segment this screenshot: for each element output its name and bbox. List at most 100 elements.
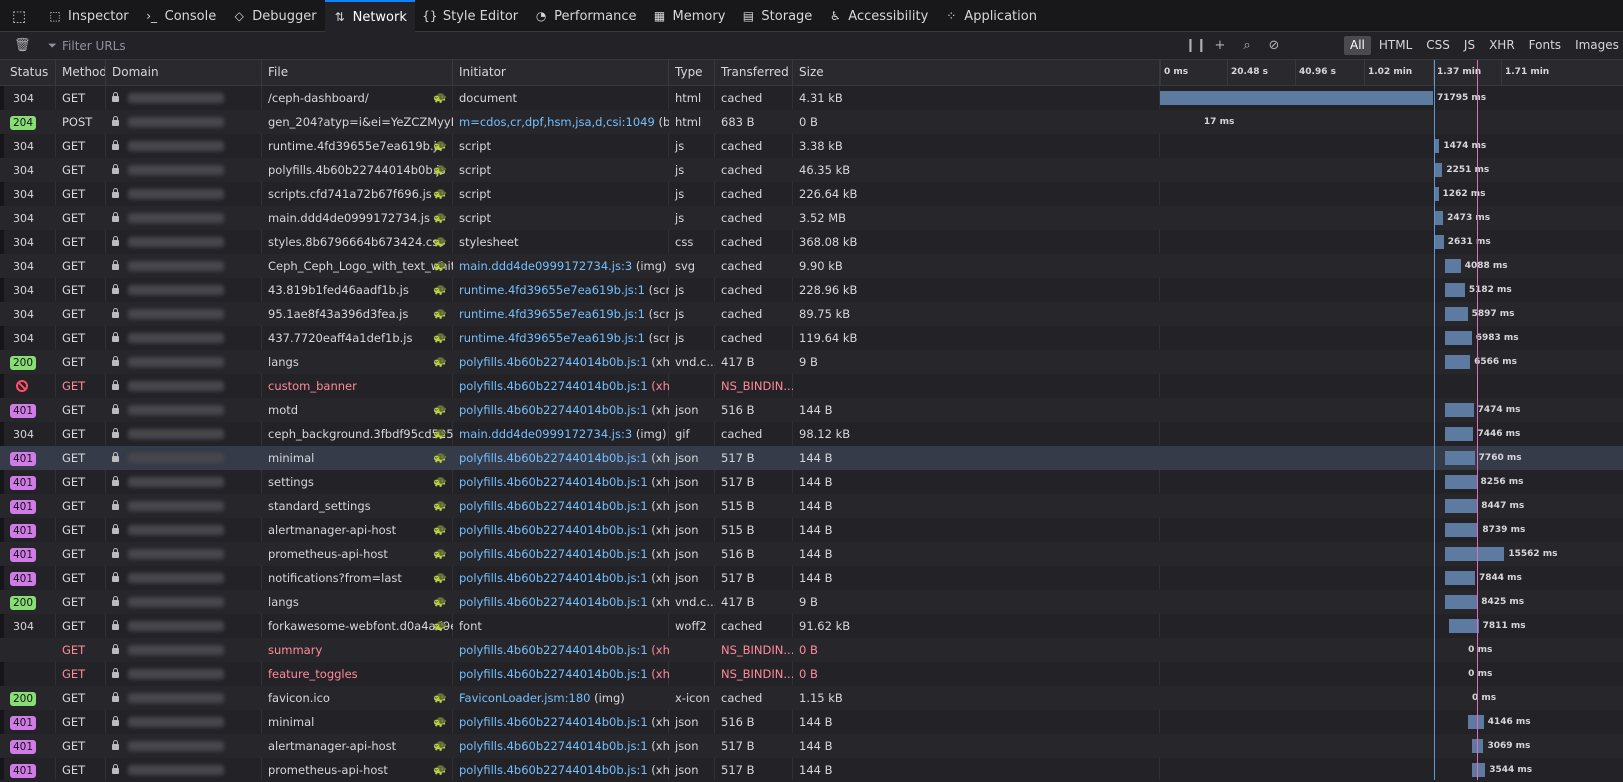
tab-memory[interactable]: ▦ Memory <box>645 0 734 32</box>
column-domain[interactable]: Domain <box>106 60 262 85</box>
initiator-cell[interactable]: polyfills.4b60b22744014b0b.js:1 (xhr) <box>453 734 669 758</box>
initiator-cell[interactable]: runtime.4fd39655e7ea619b.js:1 (script) <box>453 302 669 326</box>
table-row[interactable]: 304 GET 437.7720eaff4a1def1b.js 🐢 runtime.4f… <box>0 326 1623 350</box>
table-row[interactable]: GET custom_banner polyfills.4b60b22744014b… <box>0 374 1623 398</box>
table-row[interactable]: 401 GET alertmanager-api-host 🐢 polyfills.4b… <box>0 518 1623 542</box>
initiator-cell[interactable]: main.ddd4de0999172734.js:3 (img) <box>453 254 669 278</box>
initiator-link[interactable]: main.ddd4de0999172734.js:3 <box>459 427 632 441</box>
initiator-cell[interactable]: polyfills.4b60b22744014b0b.js:1 (xhr) <box>453 398 669 422</box>
table-row[interactable]: 304 GET scripts.cfd741a72b67f696.js 🐢 script… <box>0 182 1623 206</box>
table-row[interactable]: 304 GET Ceph_Ceph_Logo_with_text_white 🐢 mai… <box>0 254 1623 278</box>
initiator-cell[interactable]: polyfills.4b60b22744014b0b.js:1 (xhr) <box>453 350 669 374</box>
initiator-cell[interactable]: document <box>453 86 669 110</box>
tab-accessibility[interactable]: ♿ Accessibility <box>820 0 936 32</box>
filter-html[interactable]: HTML <box>1373 36 1418 55</box>
initiator-link[interactable]: polyfills.4b60b22744014b0b.js:1 <box>459 523 648 537</box>
column-type[interactable]: Type <box>669 60 715 85</box>
initiator-link[interactable]: polyfills.4b60b22744014b0b.js:1 <box>459 451 648 465</box>
column-initiator[interactable]: Initiator <box>453 60 669 85</box>
initiator-cell[interactable]: main.ddd4de0999172734.js:3 (img) <box>453 422 669 446</box>
initiator-link[interactable]: polyfills.4b60b22744014b0b.js:1 <box>459 595 648 609</box>
initiator-cell[interactable]: FaviconLoader.jsm:180 (img) <box>453 686 669 710</box>
initiator-cell[interactable]: polyfills.4b60b22744014b0b.js:1 (xhr) <box>453 374 669 398</box>
initiator-cell[interactable]: m=cdos,cr,dpf,hsm,jsa,d,csi:1049 (beac..… <box>453 110 669 134</box>
table-row[interactable]: 200 GET langs 🐢 polyfills.4b60b22744014b0b.j… <box>0 590 1623 614</box>
column-size[interactable]: Size <box>793 60 1160 85</box>
initiator-link[interactable]: runtime.4fd39655e7ea619b.js:1 <box>459 331 645 345</box>
initiator-cell[interactable]: polyfills.4b60b22744014b0b.js:1 (xhr) <box>453 446 669 470</box>
initiator-link[interactable]: polyfills.4b60b22744014b0b.js:1 <box>459 547 648 561</box>
initiator-cell[interactable]: runtime.4fd39655e7ea619b.js:1 (script) <box>453 326 669 350</box>
column-transferred[interactable]: Transferred <box>715 60 793 85</box>
initiator-link[interactable]: runtime.4fd39655e7ea619b.js:1 <box>459 283 645 297</box>
tab-style-editor[interactable]: {} Style Editor <box>415 0 526 32</box>
tab-network[interactable]: ⇅ Network <box>324 0 415 32</box>
column-method[interactable]: Method <box>56 60 106 85</box>
clear-requests-icon[interactable]: 🗑 <box>14 38 31 53</box>
tab-console[interactable]: ›_ Console <box>137 0 225 32</box>
table-row[interactable]: 304 GET 43.819b1fed46aadf1b.js 🐢 runtime.4fd… <box>0 278 1623 302</box>
initiator-cell[interactable]: script <box>453 206 669 230</box>
initiator-cell[interactable]: script <box>453 158 669 182</box>
column-status[interactable]: Status <box>4 60 56 85</box>
initiator-cell[interactable]: stylesheet <box>453 230 669 254</box>
initiator-cell[interactable]: polyfills.4b60b22744014b0b.js:1 (xhr) <box>453 494 669 518</box>
initiator-cell[interactable]: polyfills.4b60b22744014b0b.js:1 (xhr) <box>453 638 669 662</box>
table-row[interactable]: 401 GET prometheus-api-host 🐢 polyfills.4b60… <box>0 758 1623 782</box>
filter-js[interactable]: JS <box>1458 36 1481 55</box>
filter-all[interactable]: All <box>1344 36 1371 55</box>
initiator-link[interactable]: polyfills.4b60b22744014b0b.js:1 <box>459 403 648 417</box>
initiator-link[interactable]: polyfills.4b60b22744014b0b.js:1 <box>459 499 648 513</box>
filter-fonts[interactable]: Fonts <box>1523 36 1567 55</box>
table-row[interactable]: 401 GET alertmanager-api-host 🐢 polyfills.4b… <box>0 734 1623 758</box>
table-row[interactable]: GET summary polyfills.4b60b22744014b0b.js:… <box>0 638 1623 662</box>
initiator-cell[interactable]: polyfills.4b60b22744014b0b.js:1 (xhr) <box>453 710 669 734</box>
initiator-link[interactable]: main.ddd4de0999172734.js:3 <box>459 259 632 273</box>
pause-icon[interactable]: ❙❙ <box>1185 36 1207 56</box>
filter-images[interactable]: Images <box>1569 36 1623 55</box>
table-row[interactable]: 200 GET langs 🐢 polyfills.4b60b22744014b0b.j… <box>0 350 1623 374</box>
table-row[interactable]: 401 GET notifications?from=last 🐢 polyfills.… <box>0 566 1623 590</box>
column-file[interactable]: File <box>262 60 453 85</box>
element-picker-icon[interactable]: ⬚ <box>8 6 30 26</box>
initiator-link[interactable]: polyfills.4b60b22744014b0b.js:1 <box>459 475 648 489</box>
table-row[interactable]: GET feature_toggles polyfills.4b60b2274401… <box>0 662 1623 686</box>
initiator-cell[interactable]: polyfills.4b60b22744014b0b.js:1 (xhr) <box>453 590 669 614</box>
initiator-link[interactable]: polyfills.4b60b22744014b0b.js:1 <box>459 379 648 393</box>
add-icon[interactable]: + <box>1212 36 1228 56</box>
initiator-link[interactable]: polyfills.4b60b22744014b0b.js:1 <box>459 739 648 753</box>
filter-urls-input[interactable] <box>60 36 1214 56</box>
block-icon[interactable]: ⊘ <box>1266 36 1282 56</box>
initiator-cell[interactable]: polyfills.4b60b22744014b0b.js:1 (xhr) <box>453 470 669 494</box>
table-row[interactable]: 304 GET runtime.4fd39655e7ea619b.js 🐢 script… <box>0 134 1623 158</box>
table-row[interactable]: 401 GET minimal 🐢 polyfills.4b60b22744014b0b… <box>0 446 1623 470</box>
initiator-link[interactable]: m=cdos,cr,dpf,hsm,jsa,d,csi:1049 <box>459 115 655 129</box>
table-row[interactable]: 200 GET favicon.ico 🐢 FaviconLoader.jsm:180 … <box>0 686 1623 710</box>
initiator-cell[interactable]: runtime.4fd39655e7ea619b.js:1 (script) <box>453 278 669 302</box>
initiator-cell[interactable]: polyfills.4b60b22744014b0b.js:1 (xhr) <box>453 542 669 566</box>
table-row[interactable]: 304 GET 95.1ae8f43a396d3fea.js 🐢 runtime.4fd… <box>0 302 1623 326</box>
initiator-link[interactable]: polyfills.4b60b22744014b0b.js:1 <box>459 715 648 729</box>
table-row[interactable]: 304 GET polyfills.4b60b22744014b0b.js 🐢 scri… <box>0 158 1623 182</box>
initiator-link[interactable]: polyfills.4b60b22744014b0b.js:1 <box>459 763 648 777</box>
filter-xhr[interactable]: XHR <box>1483 36 1521 55</box>
tab-performance[interactable]: ◔ Performance <box>526 0 644 32</box>
initiator-link[interactable]: FaviconLoader.jsm:180 <box>459 691 590 705</box>
initiator-link[interactable]: polyfills.4b60b22744014b0b.js:1 <box>459 643 648 657</box>
initiator-link[interactable]: runtime.4fd39655e7ea619b.js:1 <box>459 307 645 321</box>
table-row[interactable]: 304 GET forkawesome-webfont.d0a4ad9e 🐢 font w… <box>0 614 1623 638</box>
table-row[interactable]: 304 GET styles.8b6796664b673424.css 🐢 styles… <box>0 230 1623 254</box>
initiator-cell[interactable]: polyfills.4b60b22744014b0b.js:1 (xhr) <box>453 662 669 686</box>
tab-debugger[interactable]: ◇ Debugger <box>224 0 324 32</box>
table-row[interactable]: 304 GET main.ddd4de0999172734.js 🐢 script js c… <box>0 206 1623 230</box>
table-row[interactable]: 304 GET/ceph-dashboard/ 🐢 document html cache… <box>0 86 1623 110</box>
initiator-cell[interactable]: script <box>453 182 669 206</box>
table-row[interactable]: 401 GET standard_settings 🐢 polyfills.4b60b2… <box>0 494 1623 518</box>
initiator-cell[interactable]: polyfills.4b60b22744014b0b.js:1 (xhr) <box>453 518 669 542</box>
initiator-link[interactable]: polyfills.4b60b22744014b0b.js:1 <box>459 667 648 681</box>
table-row[interactable]: 204POSTgen_204?atyp=i&ei=YeZCZMyyF7Dk5Nm… <box>0 110 1623 134</box>
table-row[interactable]: 401 GET prometheus-api-host 🐢 polyfills.4b60… <box>0 542 1623 566</box>
search-icon[interactable]: ⌕ <box>1239 36 1255 56</box>
tab-inspector[interactable]: ⬚ Inspector <box>40 0 137 32</box>
initiator-cell[interactable]: polyfills.4b60b22744014b0b.js:1 (xhr) <box>453 758 669 782</box>
